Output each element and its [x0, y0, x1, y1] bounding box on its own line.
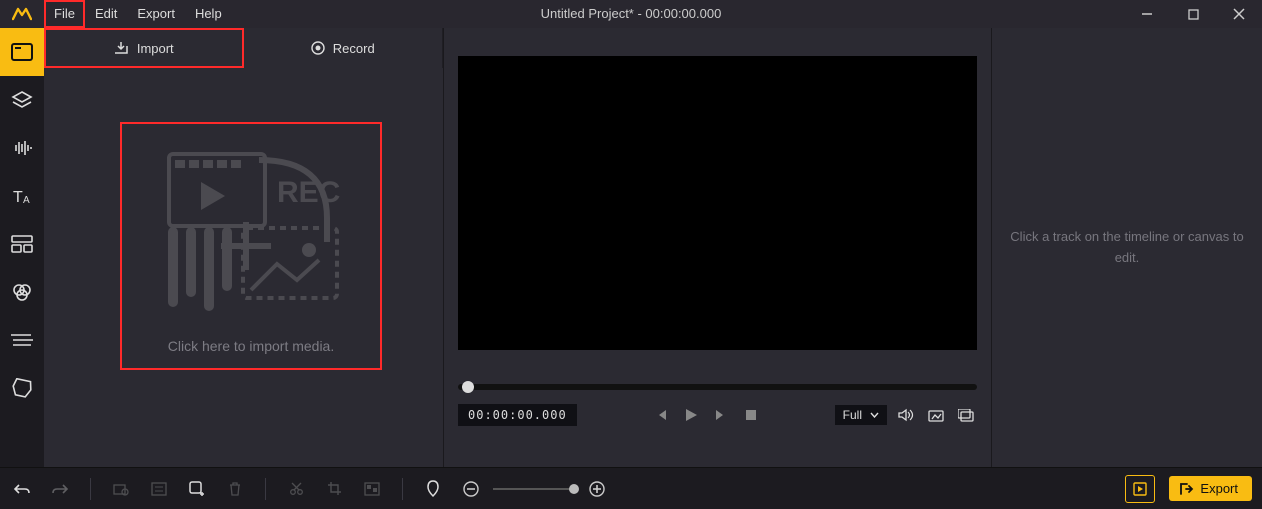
tool-media[interactable] [0, 28, 44, 76]
delete-button[interactable] [223, 477, 247, 501]
window-controls [1124, 0, 1262, 28]
export-icon [1179, 482, 1194, 496]
main-area: TA Import Record [0, 28, 1262, 467]
media-body: REC Click here to import [44, 68, 443, 467]
divider [90, 478, 91, 500]
next-frame-button[interactable] [710, 404, 732, 426]
minimize-button[interactable] [1124, 0, 1170, 28]
chevron-down-icon [870, 412, 879, 418]
record-tab[interactable]: Record [244, 28, 444, 68]
crop-button[interactable] [322, 477, 346, 501]
title-bar: File Edit Export Help Untitled Project* … [0, 0, 1262, 28]
edit-clip-icon[interactable] [147, 477, 171, 501]
player-timecode: 00:00:00.000 [458, 404, 577, 426]
export-button-label: Export [1200, 481, 1238, 496]
svg-text:A: A [23, 195, 30, 206]
import-tab[interactable]: Import [44, 28, 244, 68]
prev-frame-button[interactable] [650, 404, 672, 426]
zoom-in-button[interactable] [585, 477, 609, 501]
properties-hint-text: Click a track on the timeline or canvas … [1006, 227, 1248, 269]
fullscreen-button[interactable] [955, 404, 977, 426]
dropzone-hint-text: Click here to import media. [168, 338, 335, 354]
zoom-control [459, 477, 609, 501]
mosaic-button[interactable] [360, 477, 384, 501]
marker-button[interactable] [421, 477, 445, 501]
zoom-out-button[interactable] [459, 477, 483, 501]
volume-button[interactable] [895, 404, 917, 426]
tool-text[interactable]: TA [0, 172, 44, 220]
export-button[interactable]: Export [1169, 476, 1252, 501]
svg-text:REC: REC [277, 176, 340, 209]
render-button[interactable] [1125, 475, 1155, 503]
preview-panel: 00:00:00.000 Full [444, 28, 992, 467]
menu-file[interactable]: File [44, 0, 85, 28]
import-icon [113, 41, 129, 55]
menu-edit[interactable]: Edit [85, 0, 127, 28]
add-clip-icon[interactable] [185, 477, 209, 501]
menu-export[interactable]: Export [127, 0, 185, 28]
app-logo-icon [0, 0, 44, 28]
tool-split-screen[interactable] [0, 220, 44, 268]
stop-button[interactable] [740, 404, 762, 426]
media-panel: Import Record [44, 28, 444, 467]
snapshot-button[interactable] [925, 404, 947, 426]
tool-audio[interactable] [0, 124, 44, 172]
import-tab-label: Import [137, 41, 174, 56]
close-button[interactable] [1216, 0, 1262, 28]
divider [402, 478, 403, 500]
svg-text:T: T [13, 189, 23, 206]
playhead-scrubber[interactable] [458, 384, 977, 390]
play-button[interactable] [680, 404, 702, 426]
preview-viewport[interactable] [458, 56, 977, 350]
preview-size-select[interactable]: Full [835, 405, 887, 425]
undo-button[interactable] [10, 477, 34, 501]
import-drop-zone[interactable]: REC Click here to import [122, 124, 380, 368]
bottom-toolbar: Export [0, 467, 1262, 509]
menu-bar: File Edit Export Help [44, 0, 232, 28]
tool-transitions[interactable] [0, 316, 44, 364]
tool-filters[interactable] [0, 268, 44, 316]
preview-size-label: Full [843, 408, 862, 422]
cut-button[interactable] [284, 477, 308, 501]
redo-button[interactable] [48, 477, 72, 501]
tool-strip: TA [0, 28, 44, 467]
menu-help[interactable]: Help [185, 0, 232, 28]
maximize-button[interactable] [1170, 0, 1216, 28]
tool-elements[interactable] [0, 364, 44, 412]
properties-panel: Click a track on the timeline or canvas … [992, 28, 1262, 467]
record-icon [311, 41, 325, 55]
record-tab-label: Record [333, 41, 375, 56]
zoom-slider[interactable] [493, 488, 575, 490]
divider [265, 478, 266, 500]
tool-layers[interactable] [0, 76, 44, 124]
dropzone-art-icon: REC [122, 124, 380, 338]
media-tabs: Import Record [44, 28, 443, 68]
zoom-in-clip-icon[interactable] [109, 477, 133, 501]
player-controls: 00:00:00.000 Full [458, 402, 977, 428]
